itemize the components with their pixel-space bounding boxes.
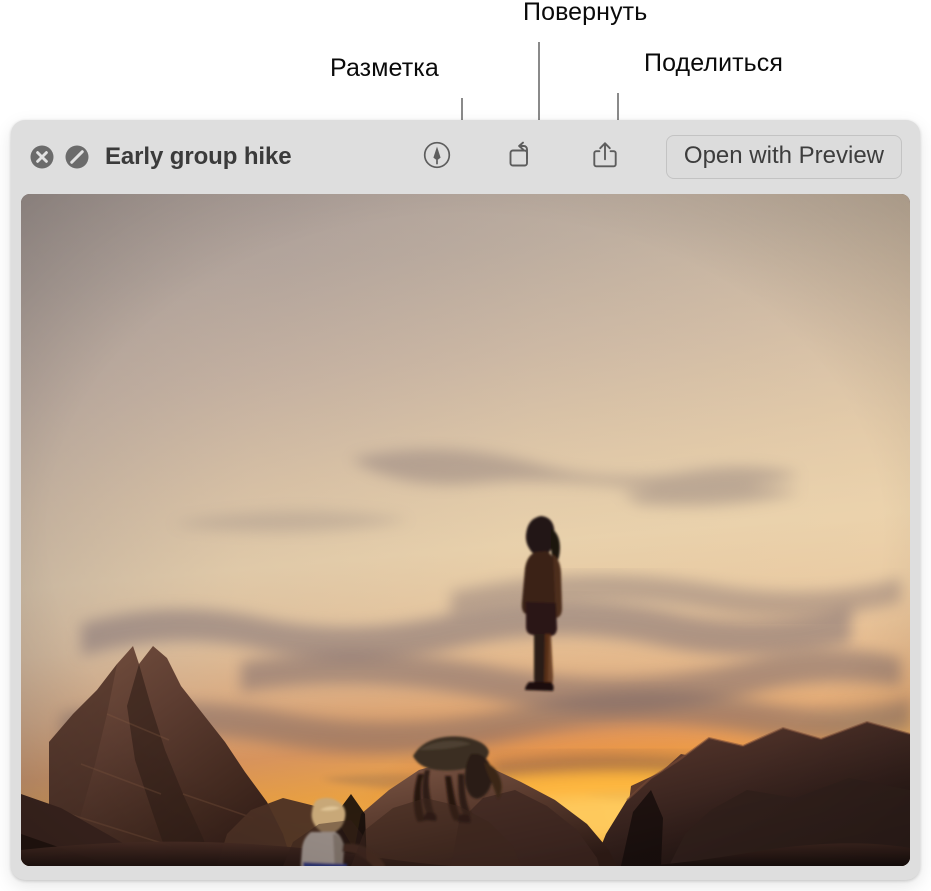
markup-button[interactable] — [420, 140, 454, 174]
callout-label-rotate: Повернуть — [523, 0, 648, 26]
quick-look-window: Early group hike Open with Preview — [11, 120, 920, 880]
photo-artwork — [21, 194, 910, 866]
titlebar-tool-group — [420, 140, 622, 174]
callout-label-markup: Разметка — [330, 54, 439, 82]
window-title: Early group hike — [105, 143, 292, 170]
rotate-button[interactable] — [504, 140, 538, 174]
photo-sunset-hikers[interactable] — [21, 194, 910, 866]
markup-pen-circle-icon — [421, 139, 453, 176]
slash-circle-icon — [64, 144, 90, 170]
open-with-preview-button[interactable]: Open with Preview — [665, 135, 902, 179]
rotate-right-icon — [504, 138, 538, 177]
close-button[interactable] — [28, 143, 56, 171]
close-circle-icon — [29, 144, 55, 170]
callout-label-share: Поделиться — [644, 49, 784, 77]
share-up-arrow-icon — [588, 138, 622, 177]
share-button[interactable] — [588, 140, 622, 174]
window-titlebar: Early group hike Open with Preview — [11, 120, 920, 194]
photo-frame — [21, 194, 910, 866]
annotate-disabled-button[interactable] — [63, 143, 91, 171]
